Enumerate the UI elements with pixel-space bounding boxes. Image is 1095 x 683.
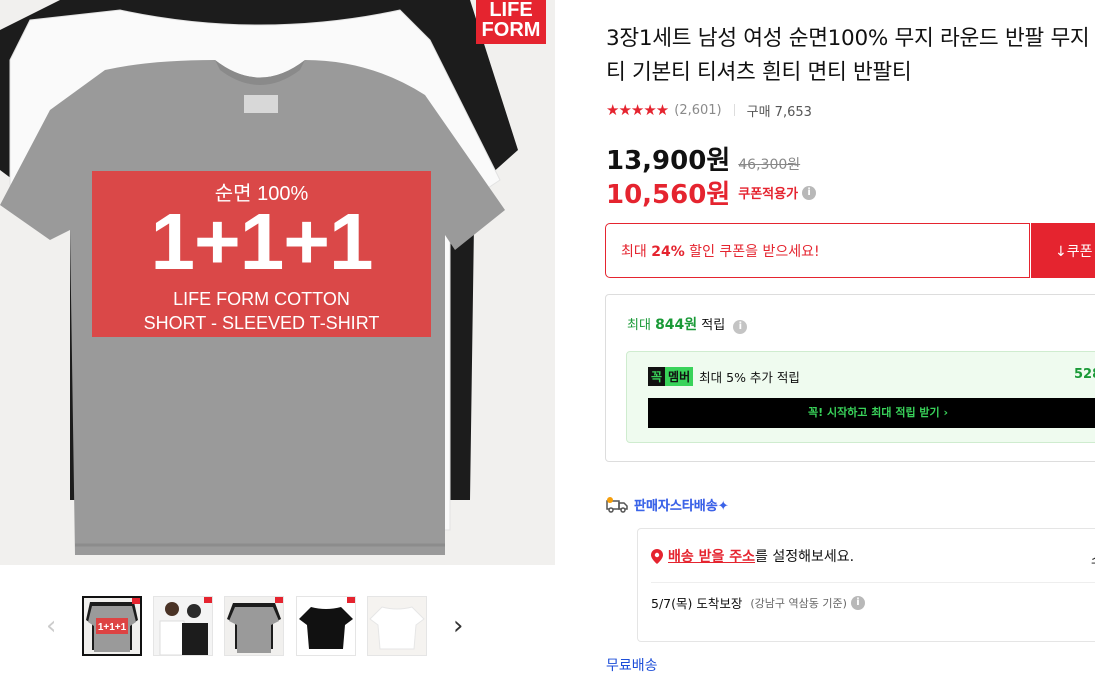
thumb-models[interactable] bbox=[153, 596, 213, 656]
promo-big: 1+1+1 bbox=[150, 197, 374, 286]
member-row: 꼭 멤버 최대 5% 추가 적립 bbox=[648, 367, 800, 386]
product-main-image[interactable]: LIFE FORM 순면 100% 1+1+1 LIFE FORM COTTON… bbox=[0, 0, 555, 565]
coupon-banner[interactable]: 최대 24% 할인 쿠폰을 받으세요! bbox=[605, 223, 1030, 278]
star-rating-icon[interactable]: ★★★★★ bbox=[606, 101, 669, 119]
chevron-left-icon[interactable]: ‹ bbox=[46, 613, 56, 639]
member-amount: 528 bbox=[1074, 367, 1095, 382]
divider bbox=[733, 104, 735, 116]
member-text: 최대 5% 추가 적립 bbox=[699, 370, 800, 385]
thumb-1plus1plus1[interactable]: 1+1+1 bbox=[82, 596, 142, 656]
coupon-price: 10,560원 bbox=[606, 180, 731, 210]
promo-banner: 순면 100% 1+1+1 LIFE FORM COTTON SHORT - S… bbox=[92, 171, 431, 337]
review-count[interactable]: (2,601) bbox=[674, 103, 721, 118]
svg-text:1+1+1: 1+1+1 bbox=[98, 622, 127, 633]
divider bbox=[651, 582, 1095, 583]
brand-logo: LIFE FORM bbox=[476, 0, 546, 44]
thumb-black[interactable] bbox=[296, 596, 356, 656]
points-header: 최대 844원 적립 i bbox=[627, 314, 748, 334]
info-icon[interactable]: i bbox=[850, 595, 865, 610]
info-icon[interactable]: i bbox=[802, 185, 817, 200]
member-badge-label: 멤버 bbox=[665, 367, 694, 386]
sale-price: 13,900원 bbox=[606, 146, 731, 176]
chevron-right-icon[interactable]: › bbox=[453, 613, 463, 639]
delivery-date: 5/7(목) 도착보장 (강남구 역삼동 기준) i bbox=[651, 593, 865, 612]
purchase-count: 구매 7,653 bbox=[746, 104, 812, 120]
truck-icon bbox=[606, 496, 628, 513]
rating-row: ★★★★★ (2,601) 구매 7,653 bbox=[606, 100, 812, 120]
info-icon[interactable]: i bbox=[733, 320, 748, 334]
price-row: 13,900원 46,300원 bbox=[606, 140, 800, 177]
product-title: 3장1세트 남성 여성 순면100% 무지 라운드 반팔 무지티 기본티 티셔츠… bbox=[606, 26, 1090, 85]
points-box: 최대 844원 적립 i 꼭 멤버 최대 5% 추가 적립 528 꼭! 시작하… bbox=[605, 294, 1095, 462]
coupon-price-label: 쿠폰적용가 bbox=[738, 187, 799, 202]
free-shipping-link[interactable]: 무료배송 bbox=[606, 655, 658, 675]
member-start-button[interactable]: 꼭! 시작하고 최대 적립 받기 › bbox=[648, 398, 1095, 428]
member-badge: 꼭 bbox=[648, 367, 666, 386]
thumb-white[interactable] bbox=[367, 596, 427, 656]
location-pin-icon bbox=[651, 548, 663, 564]
side-label: 소 bbox=[1091, 549, 1095, 568]
set-address-link[interactable]: 배송 받을 주소 bbox=[668, 546, 755, 566]
promo-line1: LIFE FORM COTTON bbox=[173, 289, 350, 309]
product-page: LIFE FORM 순면 100% 1+1+1 LIFE FORM COTTON… bbox=[0, 0, 1095, 683]
thumb-stack[interactable] bbox=[224, 596, 284, 656]
member-box: 꼭 멤버 최대 5% 추가 적립 528 꼭! 시작하고 최대 적립 받기 › bbox=[626, 351, 1095, 443]
coupon-download-button[interactable]: ↓쿠폰 bbox=[1031, 223, 1095, 278]
promo-line2: SHORT - SLEEVED T-SHIRT bbox=[143, 313, 380, 333]
coupon-price-row: 10,560원 쿠폰적용가 i bbox=[606, 174, 817, 211]
address-row: 배송 받을 주소 를 설정해보세요. bbox=[651, 546, 854, 566]
delivery-box: 배송 받을 주소 를 설정해보세요. 소 5/7(목) 도착보장 (강남구 역삼… bbox=[637, 528, 1095, 642]
original-price: 46,300원 bbox=[738, 157, 801, 173]
thumbnail-strip: ‹ 1+1+1 › bbox=[0, 565, 555, 683]
star-delivery-label: 판매자스타배송✦ bbox=[606, 495, 729, 514]
